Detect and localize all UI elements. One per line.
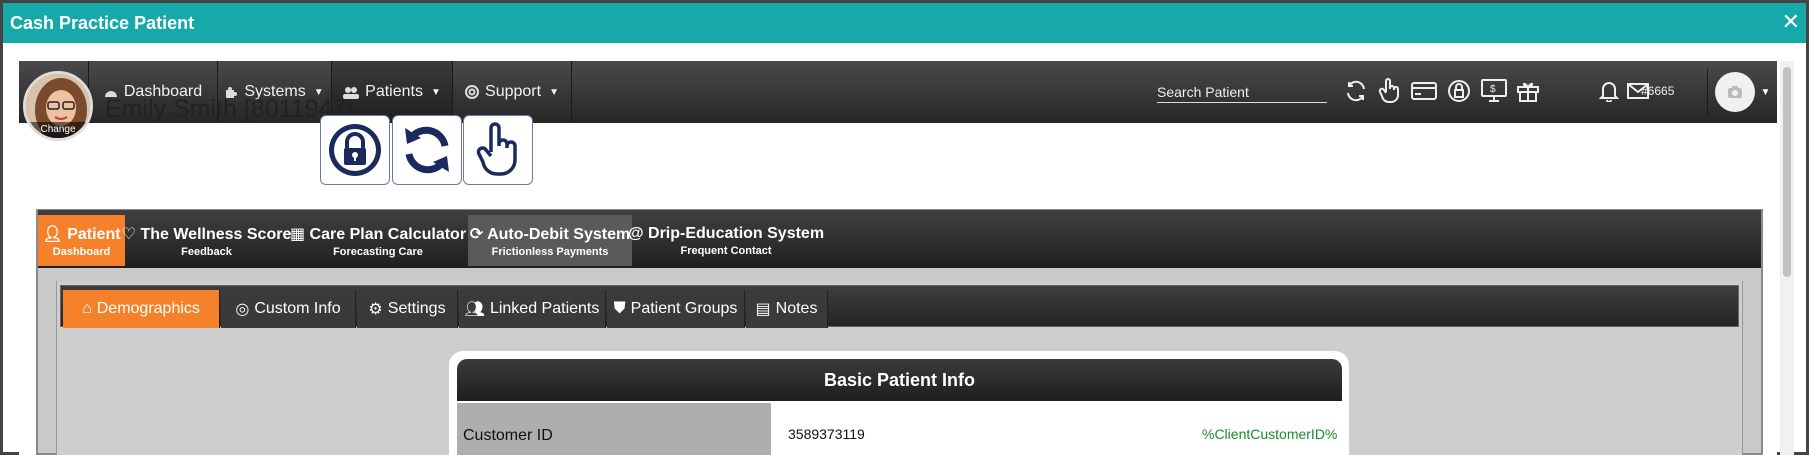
customer-id-token: %ClientCustomerID% xyxy=(1202,426,1338,442)
customer-id-label: Customer ID xyxy=(457,403,771,455)
user-icon: 👤︎ xyxy=(42,225,63,243)
tab-patient-dashboard[interactable]: 👤︎ Patient Dashboard xyxy=(38,215,125,266)
refresh-icon[interactable] xyxy=(1341,76,1371,106)
photo-change-label: Change xyxy=(26,122,90,138)
scrollbar-thumb[interactable] xyxy=(1783,67,1791,277)
patient-photo[interactable]: Change xyxy=(23,71,93,141)
patient-name: Emily Smith [8011947] xyxy=(105,95,354,123)
chevron-down-icon: ▼ xyxy=(1760,86,1771,98)
app-window: Cash Practice Patient ✕ ▼ Dashboard Syst… xyxy=(0,0,1809,455)
sub-tabs: ⌂ Demographics ◎ Custom Info ⚙ Settings 👥︎ L… xyxy=(60,285,1739,328)
tab-label: Custom Info xyxy=(254,300,341,317)
lock-icon xyxy=(329,124,381,176)
tab-title: Patient xyxy=(67,225,121,243)
tab-subtitle: Feedback xyxy=(181,245,232,258)
tab-label: Notes xyxy=(775,300,818,317)
tab-custom-info[interactable]: ◎ Custom Info xyxy=(221,290,356,328)
tab-subtitle: Frictionless Payments xyxy=(491,245,609,258)
touch-patient-button[interactable] xyxy=(463,115,533,185)
refresh-patient-button[interactable] xyxy=(392,115,462,185)
refresh-icon: ⟳ xyxy=(469,225,484,243)
bell-icon[interactable] xyxy=(1594,76,1624,106)
tag-icon: ⛊ xyxy=(613,300,626,317)
tab-patient-groups[interactable]: ⛊ Patient Groups xyxy=(607,290,745,328)
tab-subtitle: Frequent Contact xyxy=(680,244,772,257)
note-icon: ▤ xyxy=(755,301,771,318)
tab-label: Linked Patients xyxy=(489,300,600,317)
title-bar: Cash Practice Patient ✕ xyxy=(3,3,1806,43)
monitor-dollar-icon[interactable]: $ xyxy=(1479,76,1509,106)
user-menu[interactable]: ▼ xyxy=(1707,69,1777,115)
gear-icon: ⚙ xyxy=(368,301,383,318)
avatar xyxy=(1714,72,1755,112)
credit-card-icon[interactable] xyxy=(1409,76,1439,106)
tab-care-plan-calculator[interactable]: ▦ Care Plan Calculator Forecasting Care xyxy=(290,215,466,266)
tab-wellness-score[interactable]: ♡ The Wellness Score Feedback xyxy=(122,215,292,266)
tab-title: Care Plan Calculator xyxy=(309,225,467,243)
gift-icon[interactable] xyxy=(1513,76,1543,106)
pointer-hand-icon[interactable] xyxy=(1374,76,1404,106)
notification-id: #6665 xyxy=(1641,84,1675,98)
tab-title: Drip-Education System xyxy=(648,224,825,242)
camera-icon xyxy=(1727,86,1742,98)
tab-linked-patients[interactable]: 👥︎ Linked Patients xyxy=(459,290,606,328)
home-icon: ⌂ xyxy=(82,300,92,317)
customer-id-value[interactable]: 3589373119 xyxy=(788,426,865,442)
refresh-icon xyxy=(405,126,449,174)
tab-title: Auto-Debit System xyxy=(487,225,631,243)
tab-label: Settings xyxy=(387,300,446,317)
tab-drip-education[interactable]: @ Drip-Education System Frequent Contact xyxy=(628,215,824,266)
lock-patient-button[interactable] xyxy=(320,115,390,185)
heartbeat-icon: ♡ xyxy=(121,225,137,243)
svg-text:$: $ xyxy=(1490,84,1496,95)
target-icon: ◎ xyxy=(235,301,250,318)
tab-label: Patient Groups xyxy=(630,300,738,317)
close-icon[interactable]: ✕ xyxy=(1782,11,1800,33)
search-patient-input[interactable] xyxy=(1157,81,1327,103)
tab-subtitle: Forecasting Care xyxy=(333,245,423,258)
vertical-scrollbar[interactable] xyxy=(1780,61,1794,455)
tab-settings[interactable]: ⚙ Settings xyxy=(357,290,458,328)
tab-notes[interactable]: ▤ Notes xyxy=(746,290,828,328)
tab-label: Demographics xyxy=(96,300,200,317)
users-icon: 👥︎ xyxy=(464,301,485,318)
lock-icon[interactable] xyxy=(1444,76,1474,106)
window-title: Cash Practice Patient xyxy=(10,13,195,33)
at-icon: @ xyxy=(627,224,644,242)
calculator-icon: ▦ xyxy=(289,225,306,243)
basic-info-title: Basic Patient Info xyxy=(457,359,1342,401)
tab-title: The Wellness Score xyxy=(140,225,292,243)
tab-demographics[interactable]: ⌂ Demographics xyxy=(63,290,220,328)
pointer-hand-icon xyxy=(476,122,517,176)
main-tabs: 👤︎ Patient Dashboard ♡ The Wellness Scor… xyxy=(38,210,1761,268)
tab-auto-debit[interactable]: ⟳ Auto-Debit System Frictionless Payment… xyxy=(468,215,632,266)
tab-subtitle: Dashboard xyxy=(52,245,111,258)
